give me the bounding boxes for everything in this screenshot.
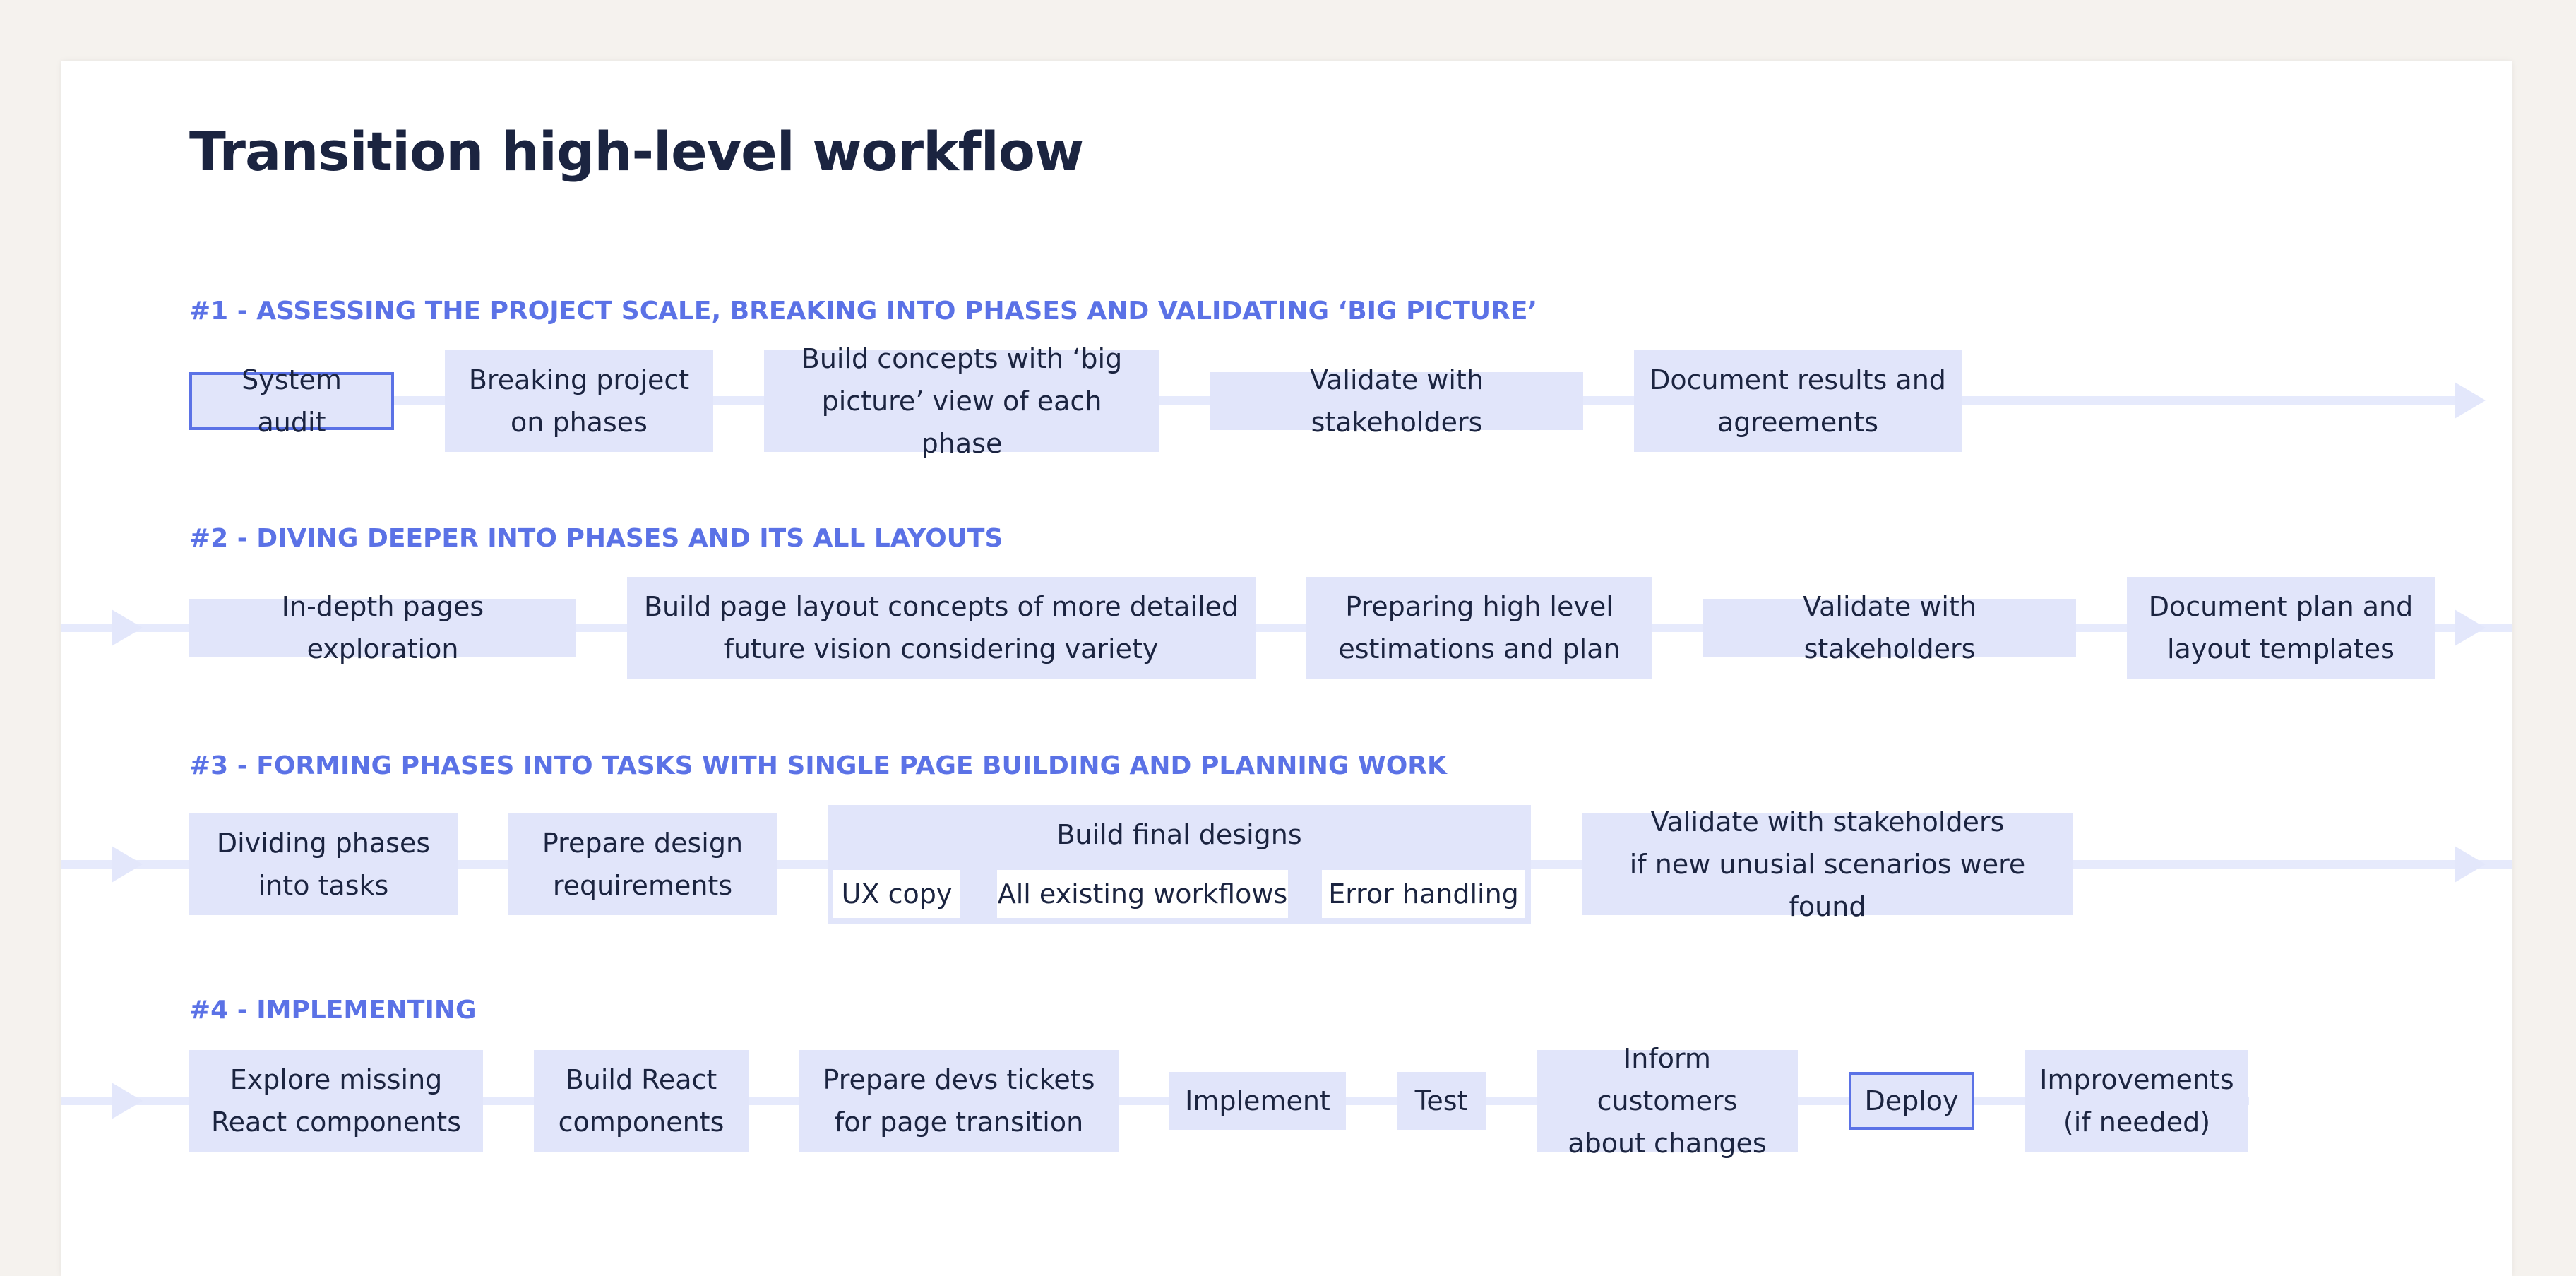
step-inform-customers: Inform customers about changes bbox=[1537, 1043, 1798, 1159]
section-1-arrow-out bbox=[2455, 382, 2486, 419]
diagram-canvas: Transition high-level workflow #1 - ASSE… bbox=[0, 0, 2576, 1276]
step-improvements: Improvements (if needed) bbox=[2025, 1050, 2248, 1152]
page-title: Transition high-level workflow bbox=[189, 120, 1084, 183]
step-validate-1: Validate with stakeholders bbox=[1210, 364, 1583, 438]
section-2-arrow-in bbox=[112, 609, 143, 646]
section-4-arrow-in bbox=[112, 1083, 143, 1119]
section-2-heading: #2 - DIVING DEEPER INTO PHASES AND ITS A… bbox=[189, 524, 1003, 553]
section-2-arrow-out bbox=[2455, 609, 2486, 646]
step-build-page-layout: Build page layout concepts of more detai… bbox=[627, 577, 1256, 679]
step-breaking-project: Breaking project on phases bbox=[445, 350, 713, 452]
substep-error-handling: Error handling bbox=[1316, 864, 1531, 924]
step-test: Test bbox=[1397, 1072, 1486, 1130]
step-validate-2: Validate with stakeholders bbox=[1703, 591, 2076, 664]
section-3-arrow-out bbox=[2455, 846, 2486, 883]
step-estimations-plan: Preparing high level estimations and pla… bbox=[1306, 577, 1652, 679]
section-3-arrow-in bbox=[112, 846, 143, 883]
section-4-heading: #4 - IMPLEMENTING bbox=[189, 996, 477, 1025]
step-document-plan: Document plan and layout templates bbox=[2127, 577, 2435, 679]
step-dividing-phases: Dividing phases into tasks bbox=[189, 813, 458, 915]
section-3-heading: #3 - FORMING PHASES INTO TASKS WITH SING… bbox=[189, 751, 1447, 780]
step-build-react: Build React components bbox=[534, 1050, 749, 1152]
step-build-concepts: Build concepts with ‘big picture’ view o… bbox=[764, 343, 1159, 459]
step-validate-3: Validate with stakeholders if new unusia… bbox=[1582, 806, 2073, 922]
section-1-heading: #1 - ASSESSING THE PROJECT SCALE, BREAKI… bbox=[189, 297, 1538, 326]
step-system-audit: System audit bbox=[189, 364, 394, 438]
substep-ux-copy: UX copy bbox=[828, 864, 966, 924]
step-prepare-tickets: Prepare devs tickets for page transition bbox=[799, 1050, 1119, 1152]
step-explore-components: Explore missing React components bbox=[189, 1050, 483, 1152]
step-indepth-exploration: In-depth pages exploration bbox=[189, 591, 576, 664]
group-label: Build final designs bbox=[1056, 818, 1302, 850]
step-deploy: Deploy bbox=[1849, 1072, 1974, 1130]
step-design-requirements: Prepare design requirements bbox=[508, 813, 777, 915]
step-document-results: Document results and agreements bbox=[1634, 350, 1962, 452]
substep-existing-workflows: All existing workflows bbox=[991, 864, 1294, 924]
step-implement: Implement bbox=[1169, 1072, 1346, 1130]
